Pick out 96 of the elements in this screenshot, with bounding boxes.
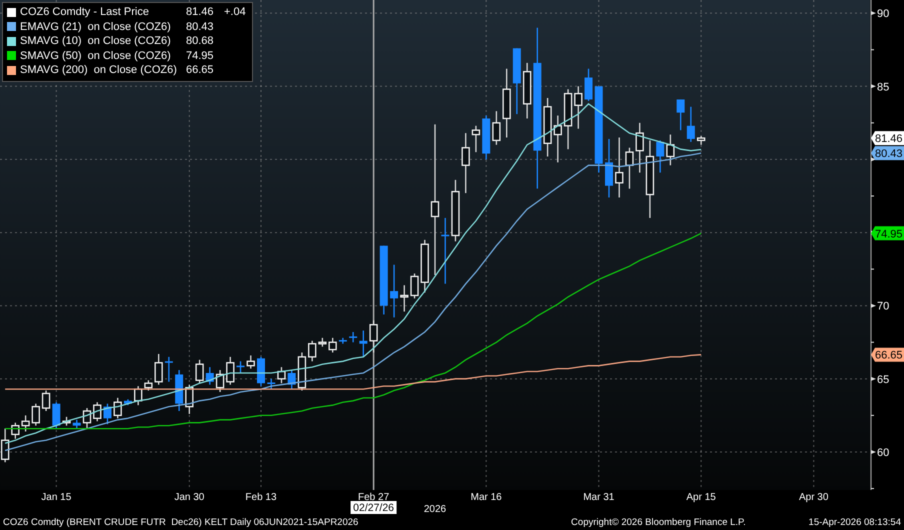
- axis-label: Feb 13: [245, 492, 277, 503]
- price-candle: [154, 354, 163, 385]
- price-candle: [308, 340, 316, 362]
- timestamp-text: 15-Apr-2026 08:13:54: [808, 516, 901, 528]
- price-tag: 81.46: [871, 131, 904, 146]
- price-candle: [522, 62, 532, 118]
- copyright-text: Copyright© 2026 Bloomberg Finance L.P.: [571, 516, 746, 528]
- axis-label: 65: [877, 374, 890, 386]
- price-candle: [564, 89, 572, 150]
- price-candle: [400, 285, 408, 312]
- axis-label: 60: [877, 446, 890, 459]
- chart-description: COZ6 Comdty (BRENT CRUDE FUTR Dec26) KELT Daily 06JUN2021-15APR2026: [3, 516, 358, 528]
- legend-value: 80.68: [186, 35, 215, 48]
- price-candle: [359, 330, 368, 357]
- price-candle: [349, 332, 358, 342]
- legend-value: 74.95: [186, 50, 215, 62]
- axis-label: 70: [877, 300, 890, 313]
- price-candle: [451, 180, 460, 242]
- price-tag: 74.95: [871, 226, 904, 240]
- legend-label: SMAVG (200) on Close (COZ6): [20, 64, 178, 76]
- price-candle: [32, 404, 40, 426]
- price-candle: [512, 48, 521, 114]
- price-candle: [267, 378, 276, 390]
- price-candle: [0, 428, 10, 462]
- axis-label: Apr 30: [798, 492, 828, 503]
- price-candle: [175, 370, 184, 412]
- price-candle: [369, 320, 378, 352]
- legend-value: 80.43: [186, 20, 215, 33]
- price-candle: [666, 134, 675, 166]
- price-candle: [82, 408, 92, 429]
- price-candle: [318, 338, 327, 347]
- cursor-date-label: 02/27/26: [350, 501, 397, 514]
- price-candle: [246, 355, 255, 369]
- legend-label: SMAVG (10) on Close (COZ6): [20, 35, 172, 48]
- axis-label: Jan 30: [174, 492, 204, 503]
- price-candle: [257, 356, 265, 386]
- price-candle: [124, 399, 132, 406]
- price-candle: [502, 68, 511, 138]
- price-candle: [420, 240, 429, 293]
- price-candle: [62, 416, 71, 426]
- price-candle: [103, 404, 112, 424]
- price-candle: [472, 126, 480, 152]
- legend-value: 81.46: [186, 6, 215, 18]
- price-candle: [543, 98, 552, 156]
- price-candle: [72, 420, 81, 429]
- price-candle: [615, 138, 624, 198]
- price-candle: [441, 218, 450, 284]
- price-candle: [605, 138, 613, 198]
- price-candle: [134, 386, 142, 406]
- price-candle: [195, 360, 204, 384]
- legend-value: 66.65: [186, 64, 215, 76]
- price-candle: [625, 148, 634, 189]
- year-label: 2026: [424, 504, 446, 514]
- price-candle: [288, 370, 296, 390]
- price-candle: [21, 415, 30, 432]
- price-candle: [696, 136, 706, 145]
- price-candle: [338, 338, 347, 344]
- axis-label: Apr 15: [686, 492, 716, 503]
- price-tag: 66.65: [871, 348, 904, 362]
- price-candle: [164, 356, 173, 382]
- price-candle: [636, 122, 644, 173]
- price-candle: [410, 274, 419, 298]
- price-candle: [574, 86, 582, 129]
- axis-label: Mar 16: [470, 492, 502, 503]
- price-candle: [298, 352, 306, 391]
- price-candle: [676, 99, 685, 130]
- price-candle: [584, 68, 593, 101]
- price-candle: [206, 367, 214, 385]
- price-tag: 80.43: [871, 146, 904, 160]
- axis-label: Mar 31: [583, 492, 614, 503]
- axis-label: 85: [877, 81, 890, 94]
- price-candle: [144, 380, 153, 391]
- price-candle: [185, 384, 194, 414]
- axis-label: 90: [877, 8, 890, 20]
- price-candle: [236, 361, 245, 373]
- legend-label: EMAVG (21) on Close (COZ6): [20, 20, 172, 33]
- price-candle: [93, 402, 102, 422]
- price-candle: [686, 106, 695, 142]
- axis-label: Jan 15: [41, 492, 72, 503]
- price-candle: [390, 264, 398, 318]
- price-candle: [554, 116, 562, 162]
- axis-label: Feb 27: [358, 492, 390, 503]
- price-candle: [482, 116, 490, 160]
- legend-label: SMAVG (50) on Close (COZ6): [20, 50, 172, 62]
- price-candle: [216, 370, 224, 392]
- legend-label: COZ6 Comdty - Last Price: [20, 6, 150, 18]
- legend-change: +.04: [224, 6, 246, 18]
- price-candle: [11, 422, 20, 439]
- price-candle: [462, 133, 470, 194]
- price-candle: [277, 367, 286, 384]
- price-candle: [492, 111, 501, 145]
- price-candle: [114, 398, 122, 418]
- price-candle: [42, 390, 50, 412]
- price-candle: [226, 356, 234, 385]
- price-candle: [328, 338, 337, 352]
- price-candle: [656, 140, 664, 173]
